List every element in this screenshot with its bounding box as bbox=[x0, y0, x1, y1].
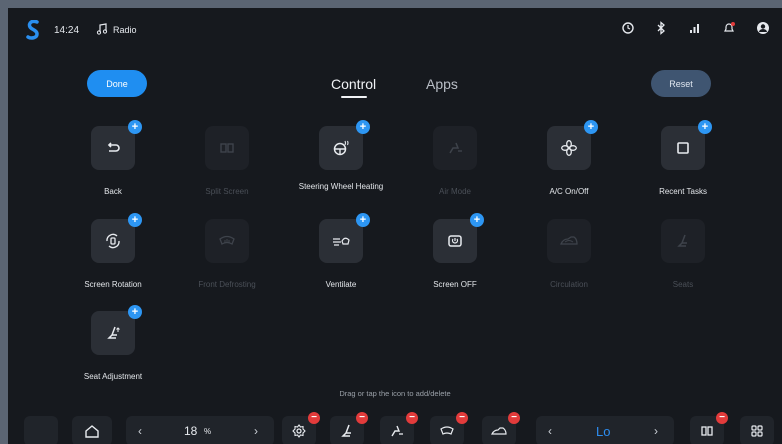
tile-label: Back bbox=[104, 187, 122, 196]
screen-off-icon bbox=[448, 235, 462, 247]
add-badge-icon[interactable]: + bbox=[470, 213, 484, 227]
volume-unit: % bbox=[204, 427, 212, 436]
tile-ac-on-off[interactable] bbox=[547, 126, 591, 170]
steering-wheel-heat-icon bbox=[333, 140, 349, 156]
music-note-icon bbox=[96, 23, 108, 35]
remove-badge-icon[interactable]: − bbox=[308, 412, 320, 424]
tile-front-defrosting[interactable] bbox=[205, 219, 249, 263]
add-badge-icon[interactable]: + bbox=[356, 213, 370, 227]
tile-label: Split Screen bbox=[205, 187, 249, 196]
remove-badge-icon[interactable]: − bbox=[356, 412, 368, 424]
add-badge-icon[interactable]: + bbox=[698, 120, 712, 134]
home-icon bbox=[85, 425, 99, 438]
tile-air-mode[interactable] bbox=[433, 126, 477, 170]
remove-badge-icon[interactable]: − bbox=[456, 412, 468, 424]
seat-icon bbox=[677, 234, 687, 247]
circulation-icon bbox=[560, 236, 578, 245]
add-badge-icon[interactable]: + bbox=[128, 305, 142, 319]
tile-label: Seats bbox=[672, 280, 694, 289]
add-badge-icon[interactable]: + bbox=[128, 213, 142, 227]
tile-ventilate[interactable] bbox=[319, 219, 363, 263]
bluetooth-icon[interactable] bbox=[654, 21, 668, 35]
drag-hint-text: Drag or tap the icon to add/delete bbox=[339, 389, 451, 398]
tile-steering-wheel-heating[interactable] bbox=[319, 126, 363, 170]
control-panel-screen: 14:24 Radio Done Control Apps Reset + Ba… bbox=[8, 8, 782, 444]
tile-label: Steering Wheel Heating bbox=[298, 182, 384, 191]
chevron-right-icon[interactable]: › bbox=[654, 424, 658, 438]
tab-control[interactable]: Control bbox=[331, 76, 376, 92]
media-source-label: Radio bbox=[113, 25, 137, 35]
chevron-left-icon[interactable]: ‹ bbox=[138, 424, 142, 438]
clock-time: 14:24 bbox=[54, 25, 80, 36]
seat-heat-icon bbox=[341, 424, 351, 437]
dock-blank-slot[interactable] bbox=[24, 416, 58, 444]
tile-screen-rotation[interactable] bbox=[91, 219, 135, 263]
temperature-value: Lo bbox=[596, 424, 611, 439]
status-bar: 14:24 Radio bbox=[8, 8, 782, 48]
air-mode-icon bbox=[449, 142, 462, 154]
tile-seat-adjustment[interactable] bbox=[91, 311, 135, 355]
screen-rotation-icon bbox=[106, 233, 120, 249]
grid-icon bbox=[751, 425, 763, 437]
chevron-right-icon[interactable]: › bbox=[254, 424, 258, 438]
tile-recent-tasks[interactable] bbox=[661, 126, 705, 170]
signal-icon[interactable] bbox=[688, 21, 702, 35]
tile-seats[interactable] bbox=[661, 219, 705, 263]
tile-label: Ventilate bbox=[325, 280, 357, 289]
remove-badge-icon[interactable]: − bbox=[406, 412, 418, 424]
notification-bell-icon[interactable] bbox=[722, 21, 736, 35]
dock-home-button[interactable] bbox=[72, 416, 112, 444]
car-icon bbox=[491, 427, 507, 435]
volume-value: 18 bbox=[184, 424, 198, 438]
tile-back[interactable] bbox=[91, 126, 135, 170]
reset-button[interactable]: Reset bbox=[651, 70, 711, 97]
tile-label: Screen Rotation bbox=[84, 280, 142, 289]
split-screen-icon bbox=[701, 426, 713, 436]
front-defrost-icon bbox=[219, 235, 235, 245]
tile-label: Recent Tasks bbox=[659, 187, 707, 196]
tile-label: Circulation bbox=[550, 280, 588, 289]
done-button[interactable]: Done bbox=[87, 70, 147, 97]
remove-badge-icon[interactable]: − bbox=[508, 412, 520, 424]
tile-screen-off[interactable] bbox=[433, 219, 477, 263]
split-screen-icon bbox=[220, 143, 234, 153]
volume-stepper[interactable] bbox=[126, 416, 274, 444]
tile-split-screen[interactable] bbox=[205, 126, 249, 170]
front-defrost-icon bbox=[440, 426, 454, 435]
seat-adjust-icon bbox=[107, 326, 120, 339]
gear-icon bbox=[292, 424, 306, 438]
sync-icon[interactable] bbox=[621, 21, 635, 35]
add-badge-icon[interactable]: + bbox=[128, 120, 142, 134]
add-badge-icon[interactable]: + bbox=[356, 120, 370, 134]
add-badge-icon[interactable]: + bbox=[584, 120, 598, 134]
air-mode-icon bbox=[391, 425, 403, 437]
tile-label: Screen OFF bbox=[433, 280, 477, 289]
square-icon bbox=[677, 142, 689, 154]
tile-label: Air Mode bbox=[438, 187, 471, 196]
ventilate-icon bbox=[333, 237, 350, 246]
tile-label: Front Defrosting bbox=[198, 280, 256, 289]
bottom-dock: ‹ 18 % › − − − − − ‹ Lo › − bbox=[8, 412, 782, 444]
remove-badge-icon[interactable]: − bbox=[716, 412, 728, 424]
brand-logo-icon bbox=[26, 20, 39, 40]
dock-grid-button[interactable] bbox=[740, 416, 774, 444]
tile-circulation[interactable] bbox=[547, 219, 591, 263]
tile-label: A/C On/Off bbox=[549, 187, 589, 196]
tab-apps[interactable]: Apps bbox=[426, 76, 458, 92]
fan-icon bbox=[561, 140, 577, 156]
chevron-left-icon[interactable]: ‹ bbox=[548, 424, 552, 438]
back-arrow-icon bbox=[107, 142, 120, 152]
active-tab-indicator bbox=[341, 96, 367, 98]
tile-label: Seat Adjustment bbox=[83, 372, 143, 381]
user-avatar-icon[interactable] bbox=[756, 21, 770, 35]
